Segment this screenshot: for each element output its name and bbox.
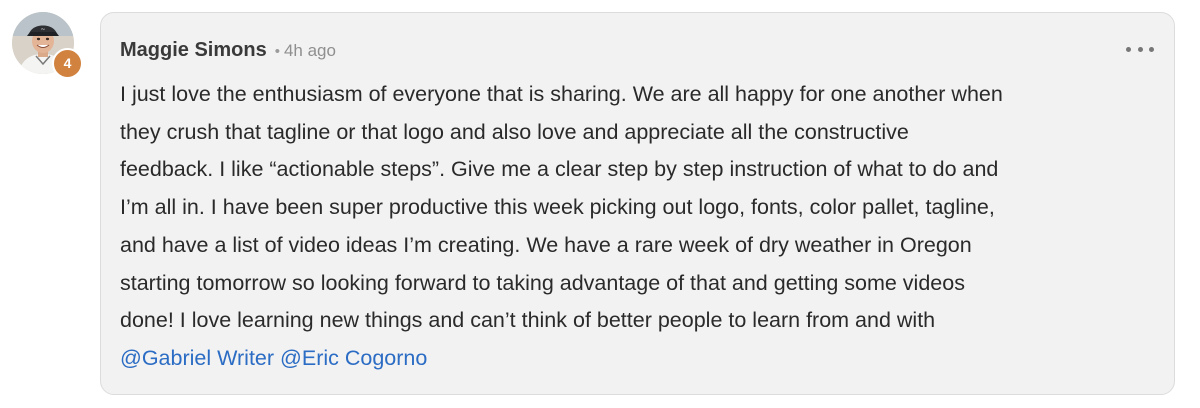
- comment-body-line: feedback. I like “actionable steps”. Giv…: [120, 157, 999, 182]
- more-horizontal-icon-dot: [1137, 46, 1143, 52]
- comment-body-line: they crush that tagline or that logo and…: [120, 119, 909, 144]
- comment-body-line: done! I love learning new things and can…: [120, 308, 936, 333]
- comment-body-line: I just love the enthusiasm of everyone t…: [120, 82, 1003, 106]
- comment-timestamp[interactable]: 4h ago: [284, 41, 336, 61]
- mentions-line: @Gabriel Writer @Eric Cogorno: [120, 340, 1160, 378]
- meta-separator: •: [274, 43, 280, 60]
- comment-bubble: Maggie Simons • 4h ago I just love the e…: [100, 12, 1175, 395]
- more-horizontal-icon-dot: [1126, 46, 1131, 52]
- more-horizontal-icon-dot: [1149, 46, 1154, 52]
- comment-body-line: starting tomorrow so looking forward to …: [120, 270, 965, 295]
- author-name[interactable]: Maggie Simons: [120, 39, 267, 62]
- mention-eric-cogorno[interactable]: @Eric Cogorno: [280, 346, 427, 370]
- mention-gabriel-writer[interactable]: @Gabriel Writer: [120, 346, 274, 370]
- comment-header: Maggie Simons • 4h ago: [120, 39, 336, 62]
- comment-body: I just love the enthusiasm of everyone t…: [120, 76, 1160, 378]
- author-avatar[interactable]: ~ 4: [12, 12, 83, 79]
- svg-text:~: ~: [40, 26, 45, 33]
- more-options-button[interactable]: [1126, 41, 1154, 57]
- level-badge: 4: [52, 48, 83, 79]
- comment-body-line: I’m all in. I have been super productive…: [120, 195, 995, 220]
- comment-row: ~ 4 Maggie Simons • 4h ago I just love t…: [0, 0, 1200, 408]
- comment-body-line: and have a list of video ideas I’m creat…: [120, 232, 972, 257]
